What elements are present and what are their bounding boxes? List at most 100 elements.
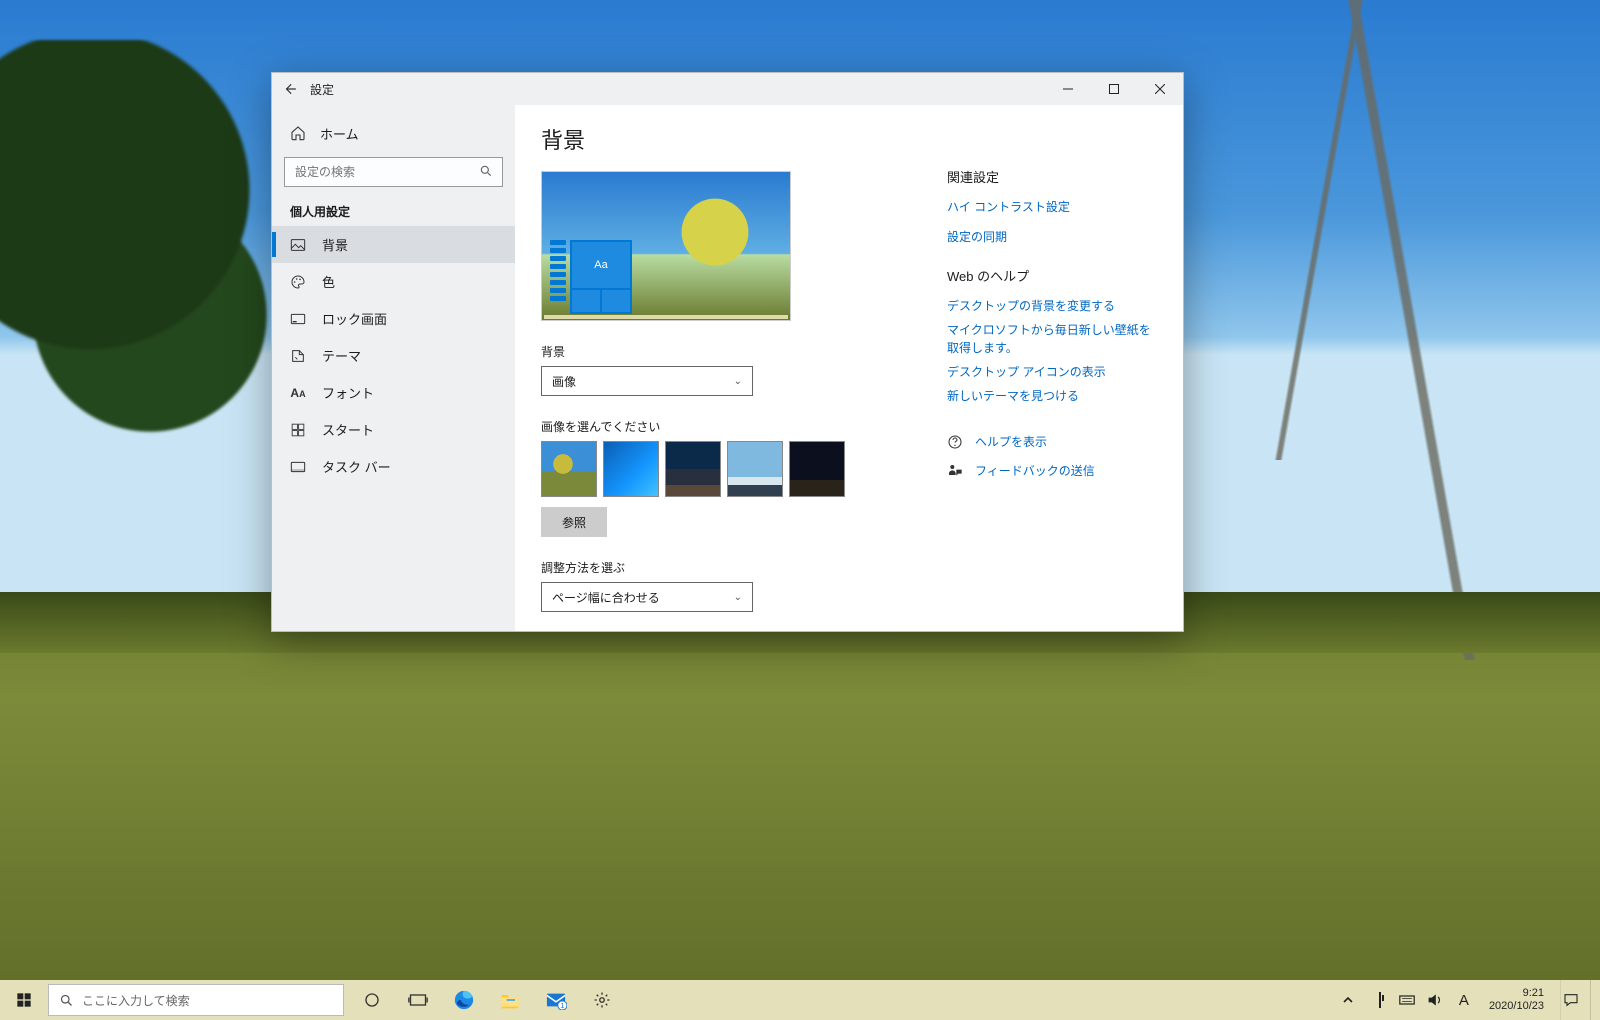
- browse-button[interactable]: 参照: [541, 507, 607, 537]
- themes-icon: [290, 348, 306, 364]
- sidebar: ホーム 個人用設定 背景 色 ロック画面: [272, 105, 515, 631]
- nav-colors[interactable]: 色: [272, 263, 515, 300]
- link-desktop-icons[interactable]: デスクトップ アイコンの表示: [947, 363, 1157, 381]
- taskbar-search[interactable]: ここに入力して検索: [48, 984, 344, 1016]
- minimize-icon: [1063, 84, 1073, 94]
- mail-button[interactable]: 1: [534, 980, 578, 1020]
- back-button[interactable]: [276, 75, 304, 103]
- close-icon: [1155, 84, 1165, 94]
- nav-background[interactable]: 背景: [272, 226, 515, 263]
- start-button[interactable]: [0, 980, 48, 1020]
- nav-themes[interactable]: テーマ: [272, 337, 515, 374]
- clock[interactable]: 9:21 2020/10/23: [1483, 987, 1550, 1012]
- close-button[interactable]: [1137, 73, 1183, 105]
- preview-aa: Aa: [572, 242, 630, 288]
- network-icon[interactable]: [1399, 993, 1417, 1007]
- tray-overflow-button[interactable]: [1343, 995, 1361, 1005]
- background-preview: Aa: [541, 171, 791, 321]
- nav-label: スタート: [322, 420, 374, 439]
- taskbar: ここに入力して検索 1 A 9:21 2020/10/23: [0, 980, 1600, 1020]
- fit-dropdown[interactable]: ページ幅に合わせる ⌄: [541, 582, 753, 612]
- image-thumb-2[interactable]: [603, 441, 659, 497]
- link-sync-settings[interactable]: 設定の同期: [947, 228, 1157, 246]
- web-help-heading: Web のヘルプ: [947, 266, 1157, 285]
- image-thumbnails: [541, 441, 947, 497]
- nav-label: ロック画面: [322, 309, 387, 328]
- settings-taskbar-button[interactable]: [580, 980, 624, 1020]
- image-thumb-3[interactable]: [665, 441, 721, 497]
- dropdown-value: ページ幅に合わせる: [552, 589, 660, 606]
- taskbar-icon: [290, 459, 306, 475]
- page-heading: 背景: [541, 123, 947, 155]
- nav-taskbar[interactable]: タスク バー: [272, 448, 515, 485]
- background-type-dropdown[interactable]: 画像 ⌄: [541, 366, 753, 396]
- home-button[interactable]: ホーム: [272, 115, 515, 151]
- window-title: 設定: [310, 81, 334, 98]
- choose-image-label: 画像を選んでください: [541, 418, 947, 435]
- chevron-up-icon: [1343, 995, 1353, 1005]
- volume-icon[interactable]: [1427, 993, 1445, 1007]
- ime-indicator[interactable]: A: [1455, 992, 1473, 1009]
- feedback-icon: [947, 463, 963, 479]
- image-thumb-1[interactable]: [541, 441, 597, 497]
- explorer-button[interactable]: [488, 980, 532, 1020]
- minimize-button[interactable]: [1045, 73, 1091, 105]
- link-daily-wallpaper[interactable]: マイクロソフトから毎日新しい壁紙を取得します。: [947, 321, 1157, 357]
- battery-icon[interactable]: [1371, 993, 1389, 1007]
- related-heading: 関連設定: [947, 167, 1157, 186]
- chevron-down-icon: ⌄: [734, 592, 742, 603]
- nav-label: フォント: [322, 383, 374, 402]
- nav-start[interactable]: スタート: [272, 411, 515, 448]
- maximize-icon: [1109, 84, 1119, 94]
- start-icon: [290, 423, 306, 437]
- image-thumb-5[interactable]: [789, 441, 845, 497]
- image-icon: [290, 237, 306, 253]
- task-view-icon: [408, 992, 428, 1008]
- settings-window: 設定 ホーム 個人用設定 背景: [271, 72, 1184, 632]
- palette-icon: [290, 274, 306, 290]
- back-arrow-icon: [283, 82, 297, 96]
- lockscreen-icon: [290, 311, 306, 327]
- edge-button[interactable]: [442, 980, 486, 1020]
- link-change-bg[interactable]: デスクトップの背景を変更する: [947, 297, 1157, 315]
- gear-icon: [593, 991, 611, 1009]
- windows-logo-icon: [16, 992, 32, 1008]
- clock-date: 2020/10/23: [1489, 1000, 1544, 1013]
- link-find-themes[interactable]: 新しいテーマを見つける: [947, 387, 1157, 405]
- feedback-link[interactable]: フィードバックの送信: [947, 462, 1157, 479]
- show-desktop-button[interactable]: [1590, 980, 1596, 1020]
- edge-icon: [453, 989, 475, 1011]
- task-view-button[interactable]: [396, 980, 440, 1020]
- chevron-down-icon: ⌄: [734, 376, 742, 387]
- get-help-link[interactable]: ヘルプを表示: [947, 433, 1157, 450]
- home-icon: [290, 125, 306, 141]
- dropdown-value: 画像: [552, 373, 576, 390]
- feedback-label: フィードバックの送信: [975, 462, 1095, 479]
- clock-time: 9:21: [1489, 987, 1544, 1000]
- action-center-button[interactable]: [1560, 980, 1580, 1020]
- nav-lockscreen[interactable]: ロック画面: [272, 300, 515, 337]
- nav-fonts[interactable]: AA フォント: [272, 374, 515, 411]
- fonts-icon: AA: [290, 386, 306, 400]
- settings-search-input[interactable]: [284, 157, 503, 187]
- help-icon: [947, 434, 963, 450]
- home-label: ホーム: [320, 124, 359, 143]
- maximize-button[interactable]: [1091, 73, 1137, 105]
- mail-icon: 1: [545, 990, 567, 1010]
- related-panel: 関連設定 ハイ コントラスト設定 設定の同期 Web のヘルプ デスクトップの背…: [947, 123, 1157, 611]
- taskbar-search-placeholder: ここに入力して検索: [82, 992, 190, 1009]
- help-label: ヘルプを表示: [975, 433, 1047, 450]
- cortana-button[interactable]: [350, 980, 394, 1020]
- image-thumb-4[interactable]: [727, 441, 783, 497]
- folder-icon: [500, 991, 520, 1009]
- nav-label: テーマ: [322, 346, 361, 365]
- nav-label: タスク バー: [322, 457, 391, 476]
- search-icon: [59, 993, 74, 1008]
- svg-text:1: 1: [560, 1001, 564, 1010]
- titlebar: 設定: [272, 73, 1183, 105]
- notification-icon: [1563, 992, 1579, 1008]
- cortana-icon: [363, 991, 381, 1009]
- nav-label: 色: [322, 272, 335, 291]
- fit-label: 調整方法を選ぶ: [541, 559, 947, 576]
- link-high-contrast[interactable]: ハイ コントラスト設定: [947, 198, 1157, 216]
